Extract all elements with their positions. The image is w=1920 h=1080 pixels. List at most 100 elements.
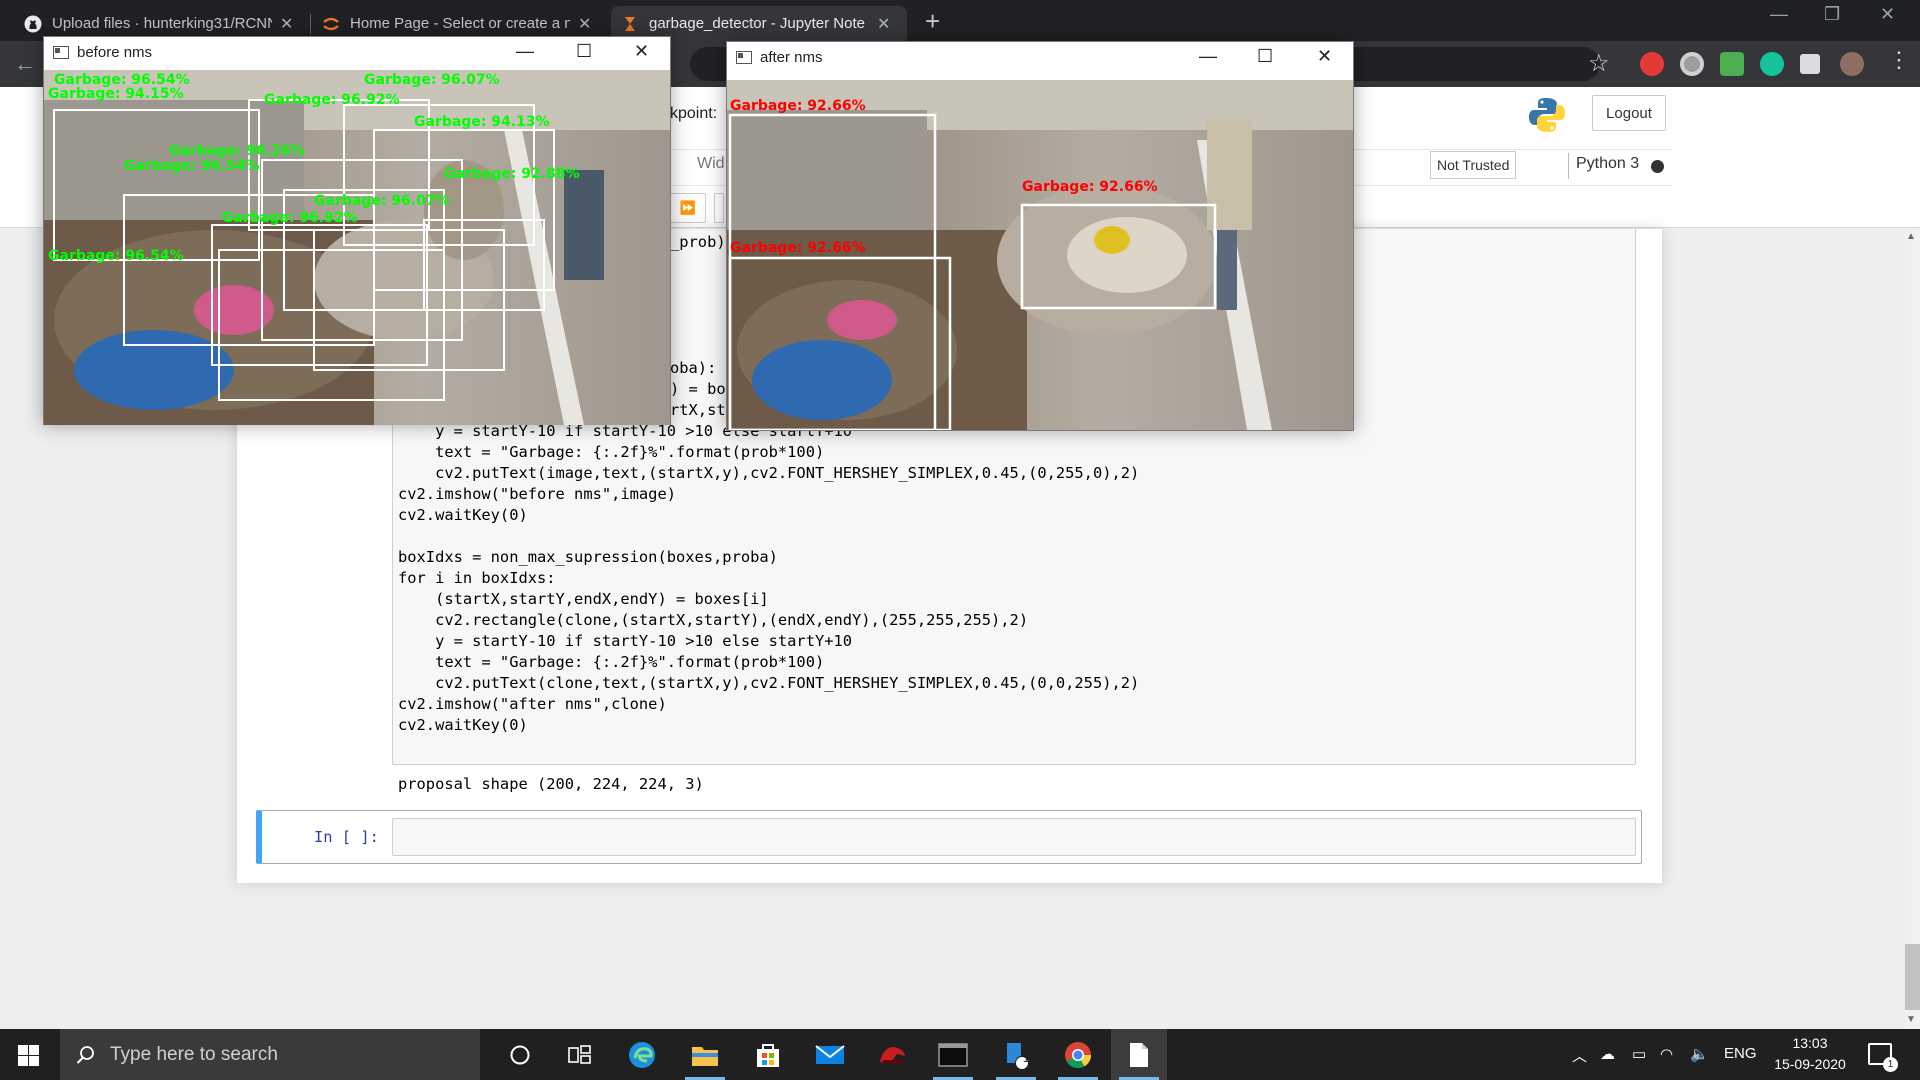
run-all-button[interactable]: ⏩ bbox=[670, 193, 706, 223]
page-scrollbar[interactable] bbox=[1905, 229, 1920, 1029]
profile-avatar[interactable] bbox=[1840, 52, 1864, 76]
close-icon[interactable]: ✕ bbox=[877, 14, 890, 34]
taskbar-search-box[interactable]: Type here to search bbox=[60, 1029, 480, 1080]
taskbar: Type here to search 1 ︿ ☁ ▭ ◠ 🔈 ENG 13:0… bbox=[0, 1029, 1920, 1080]
scroll-up-icon[interactable]: ▲ bbox=[1906, 231, 1916, 242]
scrollbar-thumb[interactable] bbox=[1905, 944, 1920, 1010]
volume-icon[interactable]: 🔈 bbox=[1690, 1045, 1709, 1063]
battery-icon[interactable]: ▭ bbox=[1632, 1045, 1646, 1063]
code-line: cv2.imshow("before nms",image) bbox=[398, 485, 676, 503]
language-indicator[interactable]: ENG bbox=[1724, 1045, 1757, 1062]
clock-date: 15-09-2020 bbox=[1774, 1056, 1846, 1072]
code-fragment: rtX,st bbox=[670, 401, 726, 419]
detection-label: Garbage: 96.92% bbox=[222, 210, 358, 226]
detection-label: Garbage: 96.26% bbox=[169, 143, 305, 159]
menu-widgets[interactable]: Wid bbox=[697, 155, 725, 173]
notification-count-badge: 1 bbox=[1883, 1057, 1898, 1072]
maximize-icon[interactable]: ☐ bbox=[576, 41, 592, 62]
browser-tab-strip: Upload files · hunterking31/RCNN ✕ Home … bbox=[0, 0, 1920, 41]
cell-input-area[interactable] bbox=[392, 818, 1636, 856]
after-nms-image: Garbage: 92.66% Garbage: 92.66% Garbage:… bbox=[727, 80, 1353, 430]
code-line: cv2.rectangle(clone,(startX,startY),(end… bbox=[398, 611, 1029, 629]
restore-button[interactable]: ❐ bbox=[1824, 4, 1840, 25]
new-tab-button[interactable]: + bbox=[925, 8, 940, 34]
code-line: boxIdxs = non_max_supression(boxes,proba… bbox=[398, 548, 778, 566]
tab-title: Upload files · hunterking31/RCNN bbox=[52, 15, 272, 32]
minimize-icon[interactable]: — bbox=[1199, 46, 1217, 67]
code-line: cv2.putText(clone,text,(startX,y),cv2.FO… bbox=[398, 674, 1140, 692]
hourglass-icon bbox=[621, 15, 639, 33]
app-badge-count: 1 bbox=[1023, 1053, 1030, 1065]
detection-label: Garbage: 92.88% bbox=[444, 166, 580, 182]
extensions-puzzle-icon[interactable] bbox=[1800, 54, 1820, 74]
code-fragment: oba): bbox=[670, 359, 717, 377]
code-line: cv2.waitKey(0) bbox=[398, 716, 528, 734]
tab-separator bbox=[310, 14, 311, 34]
mail-icon[interactable] bbox=[802, 1029, 858, 1080]
show-hidden-icons-chevron[interactable]: ︿ bbox=[1572, 1045, 1587, 1066]
logout-button[interactable]: Logout bbox=[1592, 95, 1666, 131]
chrome-icon[interactable] bbox=[1050, 1029, 1106, 1080]
opencv-window-icon[interactable] bbox=[1111, 1029, 1167, 1080]
action-center-icon[interactable]: 1 bbox=[1868, 1043, 1898, 1072]
back-arrow-icon[interactable]: ← bbox=[14, 51, 36, 77]
extension-image-icon[interactable] bbox=[1720, 52, 1744, 76]
detection-label: Garbage: 96.07% bbox=[364, 72, 500, 88]
jupyter-icon bbox=[322, 15, 340, 33]
python-logo-icon bbox=[1527, 95, 1567, 135]
file-manager-icon[interactable]: 1 bbox=[988, 1029, 1044, 1080]
close-icon[interactable]: ✕ bbox=[1317, 46, 1332, 67]
onedrive-cloud-icon[interactable]: ☁ bbox=[1600, 1045, 1615, 1063]
code-line: text = "Garbage: {:.2f}%".format(prob*10… bbox=[398, 653, 825, 671]
close-window-button[interactable]: ✕ bbox=[1880, 4, 1895, 25]
detection-label: Garbage: 92.66% bbox=[730, 98, 866, 114]
cortana-icon[interactable] bbox=[492, 1029, 548, 1080]
code-line: y = startY-10 if startY-10 >10 else star… bbox=[398, 632, 853, 650]
extension-record-icon[interactable] bbox=[1680, 52, 1704, 76]
kernel-busy-indicator bbox=[1651, 160, 1664, 173]
wifi-icon[interactable]: ◠ bbox=[1660, 1045, 1673, 1063]
tab-title: Home Page - Select or create a n bbox=[350, 15, 570, 32]
close-icon[interactable]: ✕ bbox=[578, 14, 591, 34]
scroll-down-icon[interactable]: ▼ bbox=[1906, 1014, 1916, 1025]
code-line: for i in boxIdxs: bbox=[398, 569, 556, 587]
terminal-icon[interactable] bbox=[925, 1029, 981, 1080]
close-icon[interactable]: ✕ bbox=[280, 14, 293, 34]
bookmark-star-icon[interactable]: ☆ bbox=[1588, 49, 1610, 78]
not-trusted-indicator[interactable]: Not Trusted bbox=[1430, 151, 1517, 179]
extension-hand-icon[interactable] bbox=[1640, 52, 1664, 76]
windows-start-icon[interactable] bbox=[18, 1045, 39, 1066]
toolbar-button-partial[interactable] bbox=[714, 193, 724, 223]
grammarly-icon[interactable] bbox=[1760, 52, 1784, 76]
street-garbage-scene: Garbage: 92.66% Garbage: 92.66% Garbage:… bbox=[727, 80, 1353, 430]
close-icon[interactable]: ✕ bbox=[634, 41, 649, 62]
window-app-icon bbox=[736, 51, 752, 64]
before-nms-window[interactable]: before nms — ☐ ✕ Garbage: 96.54% Garbage… bbox=[43, 36, 671, 425]
tab-title: garbage_detector - Jupyter Note bbox=[649, 15, 865, 32]
kernel-name[interactable]: Python 3 bbox=[1576, 155, 1639, 173]
minimize-icon[interactable]: — bbox=[516, 41, 534, 62]
cell-output: proposal shape (200, 224, 224, 3) bbox=[398, 775, 704, 793]
code-line: cv2.imshow("after nms",clone) bbox=[398, 695, 667, 713]
window-titlebar[interactable]: after nms — ☐ ✕ bbox=[727, 42, 1353, 73]
microsoft-store-icon[interactable] bbox=[740, 1029, 796, 1080]
window-titlebar[interactable]: before nms — ☐ ✕ bbox=[44, 37, 670, 68]
minimize-button[interactable]: — bbox=[1770, 4, 1788, 25]
file-explorer-icon[interactable] bbox=[677, 1029, 733, 1080]
game-app-icon[interactable] bbox=[864, 1029, 920, 1080]
code-line: cv2.waitKey(0) bbox=[398, 506, 528, 524]
window-title: before nms bbox=[77, 44, 153, 61]
detection-label: Garbage: 96.54% bbox=[124, 158, 260, 174]
more-menu-icon[interactable]: ⋮ bbox=[1888, 47, 1910, 72]
code-line: text = "Garbage: {:.2f}%".format(prob*10… bbox=[398, 443, 825, 461]
system-clock[interactable]: 13:03 15-09-2020 bbox=[1770, 1033, 1850, 1075]
search-icon bbox=[76, 1045, 94, 1064]
detection-label: Garbage: 92.66% bbox=[730, 240, 866, 256]
maximize-icon[interactable]: ☐ bbox=[1257, 46, 1273, 67]
task-view-icon[interactable] bbox=[552, 1029, 608, 1080]
code-line: (startX,startY,endX,endY) = boxes[i] bbox=[398, 590, 769, 608]
desktop: Upload files · hunterking31/RCNN ✕ Home … bbox=[0, 0, 1920, 1080]
after-nms-window[interactable]: after nms — ☐ ✕ Garbage: 92.66% Garbage:… bbox=[726, 41, 1354, 431]
window-title: after nms bbox=[760, 49, 823, 66]
edge-browser-icon[interactable] bbox=[614, 1029, 670, 1080]
